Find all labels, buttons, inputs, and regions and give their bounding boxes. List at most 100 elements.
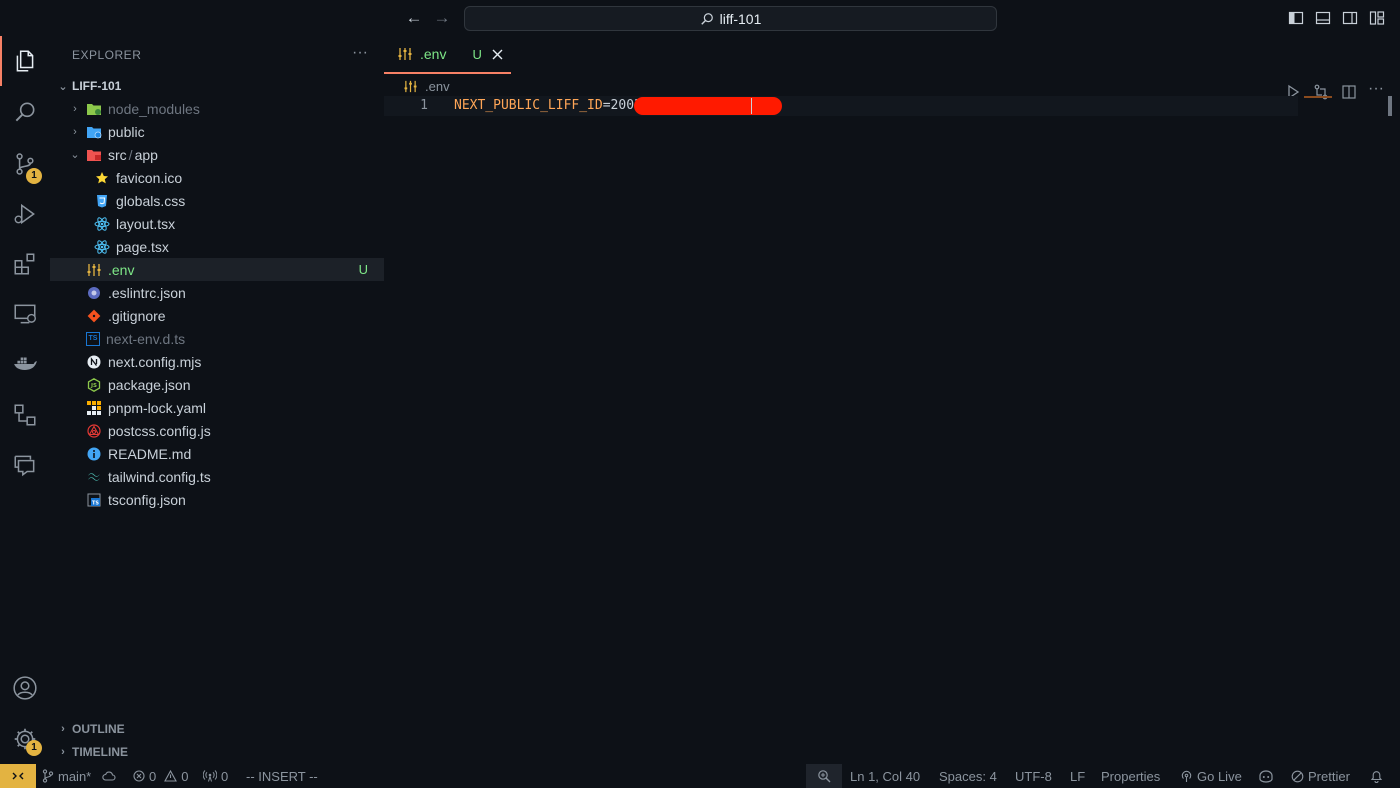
minimap[interactable]	[1304, 96, 1332, 98]
copilot-button[interactable]	[1258, 764, 1274, 788]
ports-button[interactable]: 0	[203, 764, 228, 788]
git-branch-button[interactable]: main*	[42, 764, 91, 788]
forward-arrow-icon[interactable]: →	[432, 8, 452, 28]
breadcrumb[interactable]: .env	[404, 76, 450, 96]
chevron-right-icon: ›	[61, 746, 65, 758]
indentation-button[interactable]: Spaces: 4	[939, 764, 997, 788]
settings-sliders-icon	[398, 47, 412, 61]
prettier-label: Prettier	[1308, 768, 1350, 784]
cursor-position-button[interactable]: Ln 1, Col 40	[850, 764, 920, 788]
close-icon[interactable]	[492, 49, 503, 60]
cloud-sync-icon	[102, 771, 116, 781]
tree-item-gitignore[interactable]: .gitignore	[50, 304, 384, 327]
tab-env[interactable]: .env U	[384, 36, 511, 74]
vertical-scrollbar[interactable]	[1388, 96, 1392, 116]
env-equals: =	[602, 98, 611, 113]
tree-item-src-app[interactable]: ⌄ src / app	[50, 143, 384, 166]
tree-item-label: layout.tsx	[116, 215, 176, 232]
toggle-primary-sidebar-icon[interactable]	[1288, 10, 1304, 26]
command-center[interactable]: liff-101	[464, 6, 997, 31]
tree-item-pnpm-lock[interactable]: pnpm-lock.yaml	[50, 396, 384, 419]
go-live-button[interactable]: Go Live	[1180, 764, 1242, 788]
tree-item-readme[interactable]: README.md	[50, 442, 384, 465]
activity-bar: 1 1	[0, 36, 50, 764]
tree-item-label: src	[108, 146, 127, 163]
extensions-view-button[interactable]	[0, 242, 50, 286]
tree-item-label: globals.css	[116, 192, 186, 209]
tree-item-favicon[interactable]: favicon.ico	[50, 166, 384, 189]
chevron-right-icon: ›	[61, 723, 65, 735]
toggle-secondary-sidebar-icon[interactable]	[1342, 10, 1358, 26]
tree-item-label: node_modules	[108, 100, 200, 117]
tree-item-node-modules[interactable]: › node_modules	[50, 97, 384, 120]
notifications-button[interactable]	[1370, 764, 1383, 788]
pull-requests-view-button[interactable]	[0, 393, 50, 437]
tsconfig-icon: TS	[86, 492, 102, 508]
encoding-button[interactable]: UTF-8	[1015, 764, 1052, 788]
workspace-folder-header[interactable]: ⌄ LIFF-101	[50, 75, 384, 97]
git-icon	[86, 308, 102, 324]
tree-item-next-config[interactable]: next.config.mjs	[50, 350, 384, 373]
tree-item-next-env[interactable]: TS next-env.d.ts	[50, 327, 384, 350]
editor-area: .env U ··· .env 1 NEXT_PUBLIC_LIFF_ID=20…	[384, 36, 1400, 764]
git-branch-icon	[42, 769, 54, 783]
breadcrumb-file: .env	[425, 78, 450, 94]
back-arrow-icon[interactable]: ←	[404, 8, 424, 28]
source-control-view-button[interactable]: 1	[0, 142, 50, 186]
chevron-right-icon: ›	[73, 125, 77, 138]
remote-indicator-button[interactable]	[0, 764, 36, 788]
toggle-panel-icon[interactable]	[1315, 10, 1331, 26]
tree-item-label: next-env.d.ts	[106, 330, 186, 347]
sync-button[interactable]	[102, 764, 116, 788]
timeline-section-header[interactable]: › TIMELINE	[50, 741, 384, 763]
remote-explorer-view-button[interactable]	[0, 292, 50, 336]
prohibited-icon	[1291, 770, 1304, 782]
code-line[interactable]: NEXT_PUBLIC_LIFF_ID=2003	[454, 98, 642, 113]
react-icon	[94, 216, 110, 232]
eol-button[interactable]: LF	[1070, 764, 1085, 788]
tab-git-status: U	[472, 46, 482, 62]
vim-mode: -- INSERT --	[246, 768, 318, 784]
customize-layout-icon[interactable]	[1369, 10, 1385, 26]
more-actions-icon[interactable]: ···	[352, 44, 368, 62]
chat-view-button[interactable]	[0, 443, 50, 487]
chevron-right-icon: ›	[73, 102, 77, 115]
search-view-button[interactable]	[0, 90, 50, 134]
tree-item-postcss-config[interactable]: postcss.config.js	[50, 419, 384, 442]
more-actions-icon[interactable]: ···	[1368, 80, 1384, 98]
warning-count: 0	[181, 768, 189, 784]
problems-button[interactable]: 0 0	[133, 764, 188, 788]
language-mode-button[interactable]: Properties	[1101, 764, 1160, 788]
prettier-button[interactable]: Prettier	[1291, 764, 1350, 788]
warning-icon	[164, 770, 178, 782]
zoom-button[interactable]	[806, 764, 842, 788]
extensions-icon	[14, 253, 35, 275]
tree-item-public[interactable]: › public	[50, 120, 384, 143]
tree-item-package-json[interactable]: JS package.json	[50, 373, 384, 396]
accounts-button[interactable]	[0, 666, 50, 710]
search-icon	[700, 12, 713, 25]
tree-item-globals-css[interactable]: globals.css	[50, 189, 384, 212]
tree-item-env[interactable]: .env U	[50, 258, 384, 281]
manage-settings-button[interactable]: 1	[0, 717, 50, 761]
explorer-view-button[interactable]	[0, 39, 50, 83]
tree-item-tsconfig[interactable]: TS tsconfig.json	[50, 488, 384, 511]
files-icon	[16, 50, 34, 72]
chevron-down-icon: ⌄	[58, 80, 68, 93]
chat-icon	[14, 455, 35, 477]
tree-item-eslintrc[interactable]: .eslintrc.json	[50, 281, 384, 304]
chevron-down-icon: ⌄	[70, 149, 80, 161]
run-debug-view-button[interactable]	[0, 192, 50, 236]
outline-section-header[interactable]: › OUTLINE	[50, 718, 384, 740]
tree-item-page-tsx[interactable]: page.tsx	[50, 235, 384, 258]
tree-item-tailwind-config[interactable]: tailwind.config.ts	[50, 465, 384, 488]
tree-item-label: public	[108, 123, 145, 140]
tree-item-label: .env	[108, 261, 135, 278]
pnpm-icon	[86, 400, 102, 416]
ports-count: 0	[221, 768, 229, 784]
docker-view-button[interactable]	[0, 342, 50, 386]
tree-item-layout-tsx[interactable]: layout.tsx	[50, 212, 384, 235]
bell-icon	[1370, 771, 1383, 783]
tree-item-label: tsconfig.json	[108, 491, 186, 508]
split-editor-icon[interactable]	[1341, 84, 1357, 100]
